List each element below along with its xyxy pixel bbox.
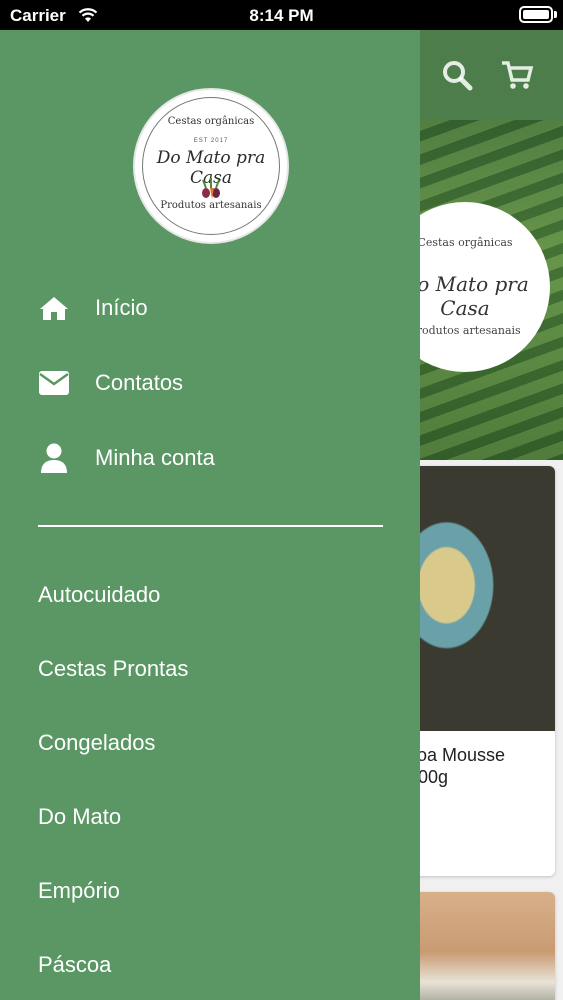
- user-icon: [38, 442, 70, 474]
- product-image: [400, 892, 555, 1000]
- clock: 8:14 PM: [249, 6, 314, 25]
- menu-item-label: Início: [95, 295, 148, 320]
- side-drawer: Cestas orgânicas EST 2017 Do Mato pra Ca…: [0, 30, 420, 1000]
- vegetables-icon: [202, 178, 220, 199]
- category-emporio[interactable]: Empório: [38, 878, 120, 904]
- product-name: coa Mousse 300g: [408, 745, 506, 787]
- menu-item-inicio[interactable]: Início: [38, 288, 398, 328]
- category-autocuidado[interactable]: Autocuidado: [38, 582, 160, 608]
- envelope-icon: [38, 367, 70, 399]
- product-image: [400, 466, 555, 731]
- category-cestas-prontas[interactable]: Cestas Prontas: [38, 656, 188, 682]
- menu-divider: [38, 525, 383, 527]
- menu-item-label: Contatos: [95, 370, 184, 395]
- home-icon: [38, 292, 70, 324]
- category-do-mato[interactable]: Do Mato: [38, 804, 121, 830]
- logo-top-text: Cestas orgânicas: [167, 116, 255, 127]
- battery-cap: [554, 11, 557, 18]
- cart-icon[interactable]: [500, 58, 534, 92]
- logo-est: EST 2017: [193, 138, 229, 144]
- search-icon[interactable]: [440, 58, 474, 92]
- category-pascoa[interactable]: Páscoa: [38, 952, 111, 978]
- brand-logo: Cestas orgânicas EST 2017 Do Mato pra Ca…: [133, 88, 289, 244]
- menu-item-minha-conta[interactable]: Minha conta: [38, 438, 398, 478]
- logo-bottom-text: Produtos artesanais: [160, 200, 262, 211]
- menu-item-contatos[interactable]: Contatos: [38, 363, 398, 403]
- status-bar: Carrier 8:14 PM: [0, 0, 563, 30]
- category-congelados[interactable]: Congelados: [38, 730, 155, 756]
- menu-item-label: Minha conta: [95, 445, 215, 470]
- battery-icon: [519, 6, 553, 23]
- product-card[interactable]: coa Mousse 300g ): [400, 466, 555, 876]
- product-card[interactable]: terra: [400, 892, 555, 1000]
